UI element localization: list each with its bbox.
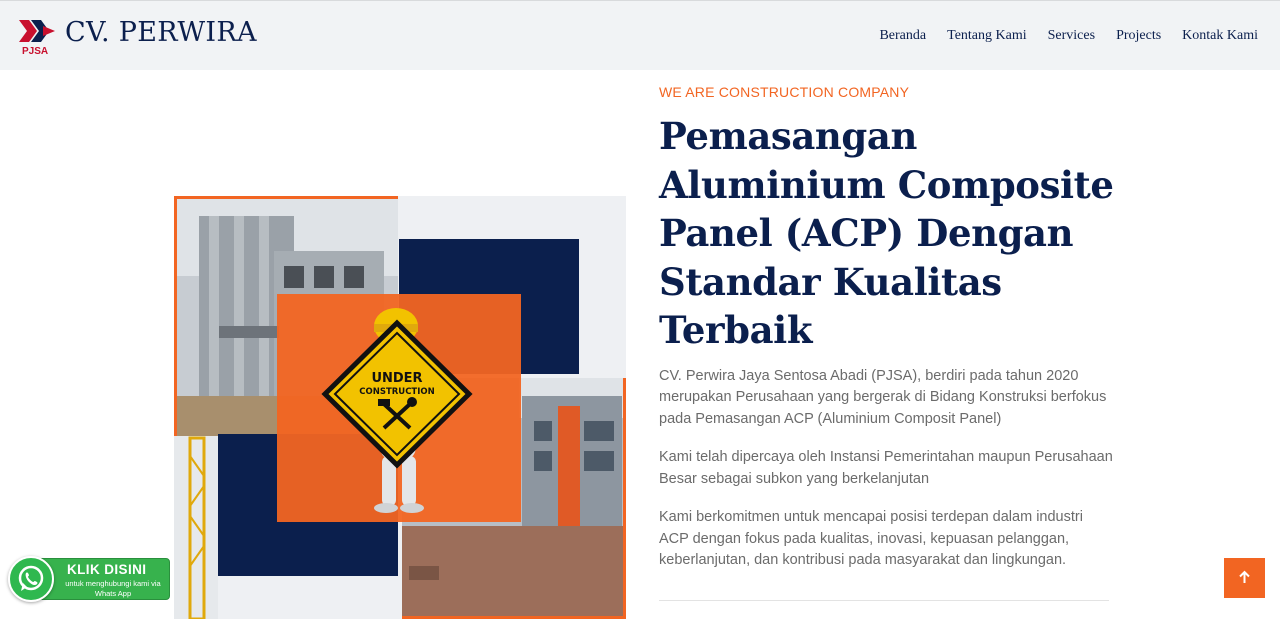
- svg-text:PJSA: PJSA: [22, 46, 48, 56]
- back-to-top-button[interactable]: [1224, 558, 1265, 598]
- nav-projects[interactable]: Projects: [1116, 28, 1161, 44]
- whatsapp-button[interactable]: KLIK DISINI untuk menghubungi kami via W…: [8, 555, 170, 603]
- hero-paragraph-3: Kami berkomitmen untuk mencapai posisi t…: [659, 509, 1083, 568]
- nav-tentang-kami[interactable]: Tentang Kami: [947, 28, 1027, 44]
- svg-text:UNDER: UNDER: [371, 371, 422, 386]
- hero-collage-image: UNDER CONSTRUCTION: [174, 196, 626, 619]
- whatsapp-title: KLIK DISINI: [67, 562, 147, 577]
- nav-kontak-kami[interactable]: Kontak Kami: [1182, 28, 1258, 44]
- hero-text: WE ARE CONSTRUCTION COMPANY Pemasangan A…: [659, 84, 1114, 572]
- svg-text:CONSTRUCTION: CONSTRUCTION: [359, 387, 434, 397]
- brand-name[interactable]: CV. PERWIRA: [65, 17, 257, 48]
- main-nav: Beranda Tentang Kami Services Projects K…: [879, 28, 1258, 44]
- whatsapp-icon[interactable]: [8, 556, 54, 602]
- hero-paragraph-1: CV. Perwira Jaya Sentosa Abadi (PJSA), b…: [659, 367, 1107, 427]
- arrow-up-icon: [1239, 570, 1250, 583]
- hero-headline: Pemasangan Aluminium Composite Panel (AC…: [659, 114, 1114, 352]
- hero-paragraph-2: Kami telah dipercaya oleh Instansi Pemer…: [659, 449, 1113, 487]
- whatsapp-subtitle: untuk menghubungi kami via Whats App: [65, 579, 161, 598]
- crane-photo: [174, 436, 218, 619]
- nav-beranda[interactable]: Beranda: [879, 28, 926, 44]
- hero-eyebrow: WE ARE CONSTRUCTION COMPANY: [659, 84, 910, 100]
- navbar: PJSA CV. PERWIRA Beranda Tentang Kami Se…: [0, 0, 1280, 70]
- whatsapp-label-box[interactable]: KLIK DISINI untuk menghubungi kami via W…: [38, 558, 170, 600]
- pjsa-logo[interactable]: PJSA: [18, 18, 58, 56]
- nav-services[interactable]: Services: [1048, 28, 1095, 44]
- section-divider: [659, 600, 1109, 601]
